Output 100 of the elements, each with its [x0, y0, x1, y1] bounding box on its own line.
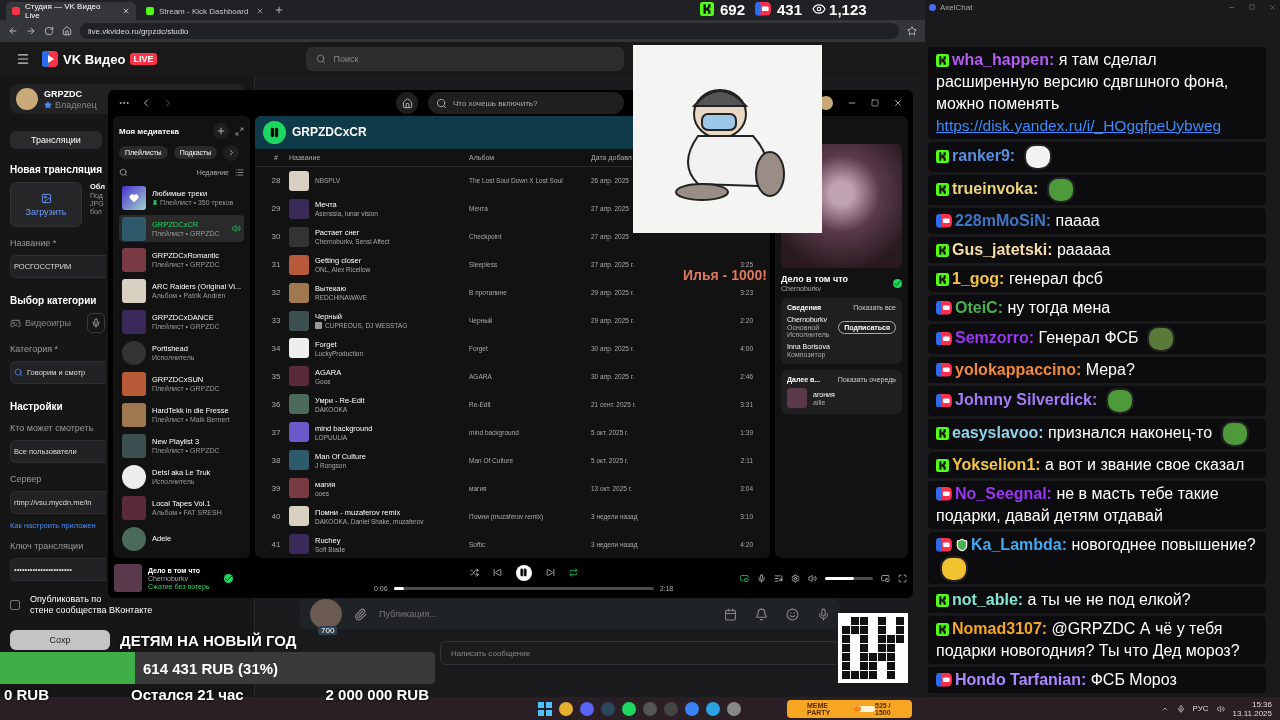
queue-icon[interactable] [774, 573, 783, 583]
goal-title: ДЕТЯМ НА НОВЫЙ ГОД [120, 632, 297, 651]
app-icon[interactable] [622, 701, 636, 716]
progress-track[interactable] [393, 586, 654, 590]
publication-field[interactable]: Публикация... [379, 603, 712, 625]
search-icon [14, 368, 23, 377]
search-field[interactable]: Поиск [305, 47, 624, 71]
cover-art [787, 388, 807, 408]
new-tab-icon[interactable] [274, 5, 284, 15]
checkbox[interactable] [10, 599, 20, 610]
back-icon[interactable] [8, 26, 18, 36]
play-logo-icon [42, 51, 58, 67]
track-number: 31 [270, 260, 282, 270]
checkbox-label: стене сообщества ВКонтакте [30, 605, 153, 615]
streams-tab[interactable]: Трансляции [10, 131, 102, 149]
pause-button[interactable] [515, 564, 532, 581]
chat-message-text: wha_happen: я там сделал расширенную версию сдвгшного фона, можно поменять https://disk.yandex.ru/i/_HOgqfpeUybweg [936, 51, 1229, 134]
cover-art [122, 433, 146, 458]
upload-button[interactable]: Загрузить [10, 182, 82, 227]
track-number: 36 [270, 399, 282, 409]
message-field[interactable]: Написать сообщение [440, 641, 840, 665]
artist-photo [122, 340, 146, 365]
field-label: Сервер [10, 474, 42, 484]
menu-icon[interactable] [16, 52, 30, 66]
microphone-icon[interactable] [757, 573, 766, 583]
chat-message-text: Nomad3107: @GRPZDC А чё у тебя подарки новогодния? Ты что Дед мороз? [936, 620, 1240, 659]
clock[interactable]: 15:36 13.11.2025 [1232, 699, 1272, 718]
favicon-icon [12, 7, 20, 15]
volume-icon[interactable] [1216, 704, 1225, 713]
language-indicator[interactable]: РУС [1192, 704, 1209, 713]
browser-tab[interactable]: Stream - Kick Dashboard [140, 2, 270, 20]
home-icon[interactable] [62, 26, 72, 36]
bookmark-icon[interactable] [907, 26, 917, 36]
field-label: Название * [10, 238, 57, 248]
kick-logo-icon [936, 427, 949, 441]
app-icon[interactable] [685, 701, 699, 716]
cover-art [289, 282, 309, 303]
pause-button[interactable] [263, 120, 286, 144]
logo-text: VK Видео [63, 51, 126, 67]
chat-message-text: Semzorro: Генерал ФСБ [936, 329, 1176, 347]
kick-logo-icon [936, 273, 949, 286]
cover-art [122, 278, 146, 303]
reload-icon[interactable] [44, 26, 54, 36]
live-logo-icon [936, 393, 952, 408]
volume-icon[interactable] [808, 573, 817, 583]
repeat-icon[interactable] [568, 568, 578, 577]
forward-icon[interactable] [26, 26, 36, 36]
app-icon[interactable] [706, 701, 720, 716]
smile-icon[interactable] [786, 607, 799, 621]
volume-track[interactable] [825, 576, 873, 580]
list-icon[interactable] [235, 167, 244, 177]
saved-check-icon[interactable] [223, 573, 233, 583]
chat-link[interactable]: https://disk.yandex.ru/i/_HOgqfpeUybweg [936, 117, 1222, 134]
shuffle-icon[interactable] [469, 568, 479, 577]
next-icon[interactable] [545, 568, 555, 577]
app-icon[interactable] [727, 701, 741, 716]
search-icon[interactable] [119, 167, 128, 177]
track-number: 28 [270, 176, 282, 186]
goal-remaining: Остался 21 час [131, 686, 244, 703]
artist-photo [122, 464, 146, 489]
start-button[interactable] [538, 701, 552, 716]
category-chip[interactable]: Видеоигры [10, 313, 72, 333]
microphone-icon[interactable] [1176, 704, 1185, 713]
close-icon[interactable] [893, 98, 903, 108]
app-icon[interactable] [559, 701, 573, 716]
expand-icon[interactable] [235, 126, 244, 136]
playlist-title: GRPZDCxCR [292, 125, 367, 140]
track-number: 34 [270, 344, 282, 353]
track-number: 39 [270, 483, 282, 493]
device-icon[interactable] [791, 573, 800, 583]
kick-logo-icon [936, 459, 949, 472]
donation-message: Илья - 1000! [683, 268, 767, 282]
calendar-icon[interactable] [724, 607, 737, 621]
home-button[interactable] [396, 92, 418, 114]
add-button[interactable] [213, 123, 229, 140]
kick-logo-icon [936, 183, 949, 197]
app-icon[interactable] [580, 701, 594, 716]
close-icon[interactable] [256, 7, 264, 15]
address-field[interactable]: live.vkvideo.ru/grpzdc/studio [80, 23, 899, 39]
now-playing-view-icon[interactable] [740, 573, 749, 583]
bell-icon[interactable] [755, 607, 768, 621]
save-button[interactable]: Сохр [10, 630, 110, 650]
viewer-count: 431 [777, 0, 803, 18]
fullscreen-icon[interactable] [898, 573, 907, 583]
search-icon [436, 97, 447, 109]
attach-icon[interactable] [354, 607, 367, 621]
cover-art [289, 394, 309, 415]
saved-check-icon[interactable] [893, 278, 902, 288]
microphone-icon[interactable] [817, 607, 830, 621]
album-art [114, 564, 142, 592]
microphone-chip[interactable] [87, 313, 106, 333]
artist-photo [122, 526, 146, 551]
favicon-icon [146, 7, 154, 15]
browser-tab[interactable]: Студия — VK Видео Live [6, 2, 136, 20]
search-field[interactable]: Что хочешь включить? [428, 92, 624, 114]
mini-player-icon[interactable] [881, 573, 890, 583]
cover-art [289, 198, 309, 219]
previous-icon[interactable] [492, 568, 502, 577]
maximize-icon[interactable] [871, 99, 879, 107]
track-number: 38 [270, 455, 282, 465]
